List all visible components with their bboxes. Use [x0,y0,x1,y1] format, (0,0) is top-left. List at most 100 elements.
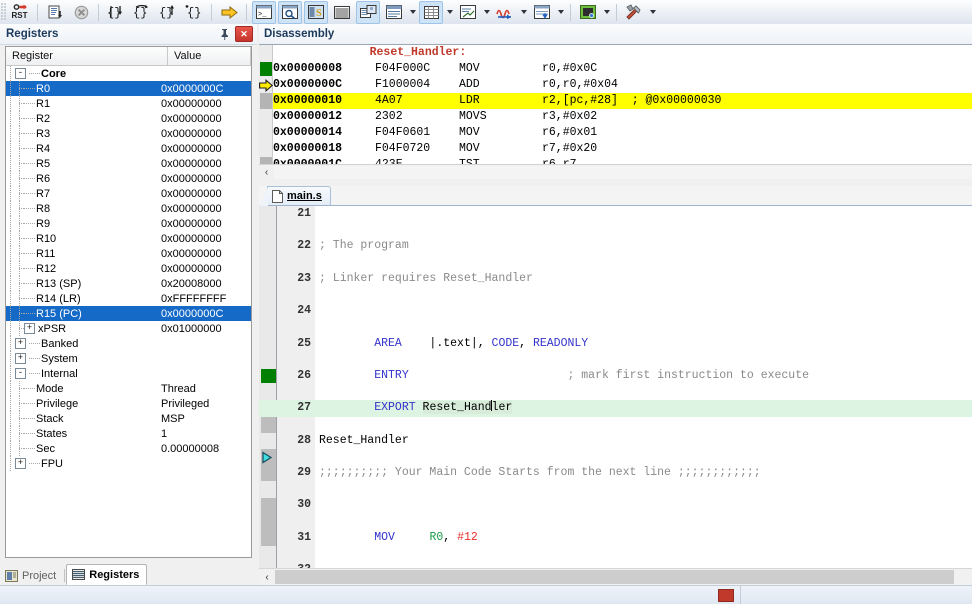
editor-line[interactable]: 30 [259,497,972,513]
register-value[interactable]: 0.00000008 [161,443,251,455]
register-row[interactable]: Privilege Privileged [6,396,251,411]
editor-hscrollbar[interactable]: ‹ [259,568,972,585]
register-row[interactable]: + xPSR 0x01000000 [6,321,251,336]
registers-tree-container[interactable]: Register Value - Core R0 0x0000000C R1 0x0000… [5,46,252,558]
editor-line[interactable]: 25 AREA |.text|, CODE, READONLY [259,336,972,352]
disassembly-line[interactable]: 0x00000012 2302 MOVS r3,#0x02 [259,109,972,125]
register-value[interactable]: 0x01000000 [161,323,251,335]
register-value[interactable]: 0x0000000C [161,308,251,320]
editor-tab-main-s[interactable]: main.s [259,186,331,206]
editor-lines[interactable]: 21 22 ; The program 23 ; Linker requires Res… [259,206,972,570]
register-value[interactable]: 0x00000000 [161,203,251,215]
registers-tree[interactable]: - Core R0 0x0000000C R1 0x00000000 R2 0x0000000… [6,66,251,471]
column-header-register[interactable]: Register [6,47,168,65]
register-row[interactable]: R9 0x00000000 [6,216,251,231]
register-row[interactable]: R4 0x00000000 [6,141,251,156]
disassembly-line[interactable]: 0x00000008 F04F000C MOV r0,#0x0C [259,61,972,77]
register-row[interactable]: R12 0x00000000 [6,261,251,276]
bookmark-triangle-icon[interactable] [261,449,275,465]
watch-windows-dropdown[interactable] [407,2,418,23]
editor-line[interactable]: 22 ; The program [259,238,972,254]
horizontal-splitter[interactable] [259,179,972,186]
register-value[interactable]: 0x00000000 [161,248,251,260]
call-stack-window-button[interactable] [356,0,380,24]
trace-windows-dropdown[interactable] [555,2,566,23]
serial-windows-dropdown[interactable] [481,2,492,23]
memory-windows-dropdown[interactable] [444,2,455,23]
editor-line[interactable]: 21 [259,206,972,222]
register-row[interactable]: Mode Thread [6,381,251,396]
editor-scroll-thumb[interactable] [275,570,954,584]
memory-windows-button[interactable] [419,0,443,24]
register-value[interactable]: 0x00000000 [161,113,251,125]
tree-expander[interactable]: + [15,338,26,349]
register-value[interactable]: 0x00000000 [161,173,251,185]
register-value[interactable]: 0x00000000 [161,98,251,110]
step-over-button[interactable]: {} [130,1,154,24]
register-value[interactable]: 0x00000000 [161,233,251,245]
run-to-line-button[interactable]: {} [182,1,206,24]
disassembly-scroll-left-icon[interactable]: ‹ [259,167,274,178]
trace-windows-button[interactable] [530,1,554,24]
editor-line[interactable]: 26 ENTRY ; mark first instruction to exe… [259,368,972,384]
register-row[interactable]: + FPU [6,456,251,471]
register-row[interactable]: R15 (PC) 0x0000000C [6,306,251,321]
register-value[interactable]: 0xFFFFFFFF [161,293,251,305]
breakpoint-marker[interactable] [260,62,272,76]
register-row[interactable]: + System [6,351,251,366]
disassembly-line[interactable]: 0x00000010 4A07 LDR r2,[pc,#28] ; @0x000000… [259,93,972,109]
bottom-tab-registers[interactable]: Registers [66,564,148,585]
register-row[interactable]: R6 0x00000000 [6,171,251,186]
editor-line[interactable]: 27 EXPORT Reset_Handler [259,400,972,417]
register-value[interactable]: 0x00000000 [161,263,251,275]
step-out-button[interactable]: {} [156,1,180,24]
register-row[interactable]: R7 0x00000000 [6,186,251,201]
reset-button[interactable]: RST [8,1,32,24]
register-row[interactable]: R1 0x00000000 [6,96,251,111]
analysis-windows-button[interactable] [493,1,517,24]
register-row[interactable]: R13 (SP) 0x20008000 [6,276,251,291]
system-viewer-dropdown[interactable] [601,2,612,23]
symbols-window-button[interactable]: S [304,0,328,24]
register-value[interactable]: 1 [161,428,251,440]
register-value[interactable]: Privileged [161,398,251,410]
tree-expander[interactable]: - [15,68,26,79]
register-value[interactable]: MSP [161,413,251,425]
tree-expander[interactable]: + [15,353,26,364]
register-value[interactable]: 0x00000000 [161,188,251,200]
command-window-button[interactable]: >_ [252,0,276,24]
tree-expander[interactable]: - [15,368,26,379]
register-row[interactable]: R11 0x00000000 [6,246,251,261]
show-next-statement-button[interactable] [217,1,241,24]
breakpoint-marker[interactable] [261,369,276,383]
disassembly-scroll-track[interactable] [274,166,972,179]
editor-line[interactable]: 24 [259,303,972,319]
register-value[interactable]: Thread [161,383,251,395]
register-row[interactable]: - Core [6,66,251,81]
register-value[interactable]: 0x20008000 [161,278,251,290]
tree-expander[interactable]: + [24,323,35,334]
register-row[interactable]: R5 0x00000000 [6,156,251,171]
editor-scroll-left-icon[interactable]: ‹ [259,572,275,583]
register-row[interactable]: + Banked [6,336,251,351]
editor-line[interactable]: 31 MOV R0, #12 [259,530,972,546]
toolbar-grip[interactable] [1,3,7,21]
register-row[interactable]: R10 0x00000000 [6,231,251,246]
disassembly-body[interactable]: Reset_Handler: 0x00000008 F04F000C MOV r0,#0… [259,45,972,164]
register-row[interactable]: R2 0x00000000 [6,111,251,126]
register-value[interactable]: 0x00000000 [161,158,251,170]
disassembly-window-button[interactable] [278,0,302,24]
step-into-button[interactable]: {} [104,1,128,24]
disassembly-line[interactable]: 0x00000018 F04F0720 MOV r7,#0x20 [259,141,972,157]
editor-line[interactable]: 29 ;;;;;;;;;; Your Main Code Starts from … [259,465,972,481]
serial-windows-button[interactable] [456,1,480,24]
register-value[interactable]: 0x00000000 [161,218,251,230]
register-row[interactable]: R0 0x0000000C [6,81,251,96]
system-viewer-button[interactable] [576,1,600,24]
register-row[interactable]: R14 (LR) 0xFFFFFFFF [6,291,251,306]
editor-line[interactable]: 23 ; Linker requires Reset_Handler [259,271,972,287]
disassembly-lines[interactable]: Reset_Handler: 0x00000008 F04F000C MOV r0,#0… [259,45,972,164]
column-header-value[interactable]: Value [168,47,251,65]
disassembly-hscrollbar[interactable]: ‹ [259,164,972,180]
toolbox-dropdown[interactable] [647,2,658,23]
